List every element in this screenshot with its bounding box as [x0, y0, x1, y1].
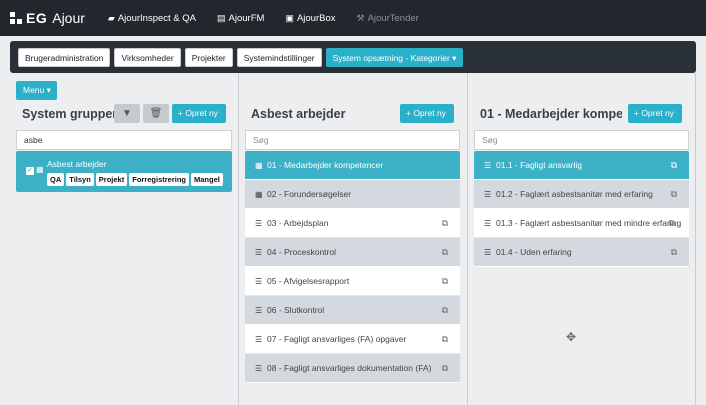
top-navbar: EG Ajour ▰ AjourInspect & QA ▤ AjourFM ▣…: [0, 0, 706, 36]
checklist-icon: ☰: [255, 247, 263, 257]
create-group-button[interactable]: + Opret ny: [172, 104, 226, 123]
create-category-button[interactable]: + Opret ny: [400, 104, 454, 123]
category-list: ▦ 01 - Medarbejder kompetencer ▦ 02 - Fo…: [245, 151, 460, 383]
car-icon: ▰: [107, 12, 115, 23]
column-divider: [695, 73, 696, 405]
list-item-label: 08 - Fagligt ansvarliges dokumentation (…: [267, 363, 432, 373]
tag: Tilsyn: [66, 173, 94, 186]
grid-icon: ▦: [255, 160, 263, 170]
menu-dropdown-button[interactable]: Menu ▾: [16, 81, 57, 100]
brand-eg: EG: [26, 10, 48, 26]
subnav-system-opsaetning-dropdown[interactable]: System opsætning - Kategorier ▾: [325, 47, 464, 67]
list-item[interactable]: ☰ 08 - Fagligt ansvarliges dokumentation…: [245, 354, 460, 383]
list-item-label: 03 - Arbejdsplan: [267, 218, 329, 228]
filter-button[interactable]: ▼: [114, 104, 140, 123]
building-icon: ▤: [217, 12, 226, 23]
list-item[interactable]: ☰ 01.3 - Faglært asbestsanitør med mindr…: [474, 209, 689, 238]
filter-icon: ▼: [122, 108, 132, 119]
external-link-icon[interactable]: ⧉: [442, 334, 448, 345]
list-item-label: 01.1 - Fagligt ansvarlig: [496, 160, 582, 170]
checklist-icon: ☰: [255, 334, 263, 344]
subnav-projekter[interactable]: Projekter: [184, 47, 233, 67]
box-icon: ▣: [285, 12, 294, 23]
topnav-label: AjourBox: [296, 12, 336, 24]
trash-icon: 🗑: [149, 108, 163, 119]
tag: QA: [47, 173, 65, 186]
checklist-icon: ☰: [484, 189, 492, 199]
column-title-system-grupper: System grupper: [22, 107, 118, 121]
checklist-icon: ☰: [484, 218, 492, 228]
column-title-medarbejder-kompetencer: 01 - Medarbejder kompete…: [480, 107, 622, 121]
topnav-ajourbox[interactable]: ▣ AjourBox: [285, 13, 335, 24]
external-link-icon[interactable]: ⧉: [669, 218, 675, 229]
delete-button[interactable]: 🗑: [143, 104, 169, 123]
checklist-icon: ☰: [255, 363, 263, 373]
group-card-asbest-arbejder[interactable]: ✓ ▦ Asbest arbejder QA Tilsyn Projekt Fo…: [16, 151, 232, 192]
grid-icon: ▦: [36, 165, 44, 174]
list-item-label: 02 - Forundersøgelser: [267, 189, 352, 199]
list-item[interactable]: ☰ 01.1 - Fagligt ansvarlig ⧉: [474, 151, 689, 180]
external-link-icon[interactable]: ⧉: [442, 276, 448, 287]
list-item-label: 06 - Slutkontrol: [267, 305, 325, 315]
external-link-icon[interactable]: ⧉: [442, 305, 448, 316]
list-item-label: 05 - Afvigelsesrapport: [267, 276, 350, 286]
topnav-label: AjourInspect & QA: [117, 12, 196, 24]
checklist-icon: ☰: [484, 160, 492, 170]
list-item[interactable]: ☰ 01.4 - Uden erfaring ⧉: [474, 238, 689, 267]
list-item[interactable]: ☰ 07 - Fagligt ansvarliges (FA) opgaver …: [245, 325, 460, 354]
list-item[interactable]: ☰ 04 - Proceskontrol ⧉: [245, 238, 460, 267]
subcategory-list: ☰ 01.1 - Fagligt ansvarlig ⧉ ☰ 01.2 - Fa…: [474, 151, 689, 267]
list-item-label: 01.3 - Faglært asbestsanitør med mindre …: [496, 218, 682, 228]
brand[interactable]: EG Ajour: [10, 10, 85, 26]
group-tags: QA Tilsyn Projekt Forregistrering Mangel: [47, 173, 225, 186]
checklist-icon: ☰: [255, 276, 263, 286]
eg-logo-icon: [10, 12, 22, 24]
external-link-icon[interactable]: ⧉: [671, 160, 677, 171]
column-title-asbest-arbejder: Asbest arbejder: [251, 107, 346, 121]
list-item-label: 01 - Medarbejder kompetencer: [267, 160, 384, 170]
list-item[interactable]: ☰ 06 - Slutkontrol ⧉: [245, 296, 460, 325]
tag: Forregistrering: [129, 173, 189, 186]
topnav-ajourfm[interactable]: ▤ AjourFM: [217, 13, 264, 24]
tag: Projekt: [95, 173, 128, 186]
checklist-icon: ☰: [255, 305, 263, 315]
external-link-icon[interactable]: ⧉: [671, 189, 677, 200]
topnav-label: AjourTender: [367, 12, 419, 24]
topnav-ajourtender[interactable]: ⚒ AjourTender: [357, 13, 419, 24]
list-item-label: 07 - Fagligt ansvarliges (FA) opgaver: [267, 334, 407, 344]
move-cursor-icon: ✥: [566, 330, 577, 344]
subnav-systemindstillinger[interactable]: Systemindstillinger: [236, 47, 322, 67]
subcategory-search-input[interactable]: Søg: [474, 130, 689, 150]
external-link-icon[interactable]: ⧉: [442, 363, 448, 374]
external-link-icon[interactable]: ⧉: [442, 247, 448, 258]
list-item[interactable]: ☰ 03 - Arbejdsplan ⧉: [245, 209, 460, 238]
category-search-input[interactable]: Søg: [245, 130, 460, 150]
list-item-label: 01.4 - Uden erfaring: [496, 247, 572, 257]
list-item-label: 04 - Proceskontrol: [267, 247, 336, 257]
admin-subnav: Brugeradministration Virksomheder Projek…: [10, 41, 696, 73]
tag: Mangel: [191, 173, 223, 186]
grid-icon: ▦: [255, 189, 263, 199]
list-item[interactable]: ▦ 01 - Medarbejder kompetencer: [245, 151, 460, 180]
list-item[interactable]: ▦ 02 - Forundersøgelser: [245, 180, 460, 209]
topnav-ajourinspect[interactable]: ▰ AjourInspect & QA: [108, 13, 196, 24]
external-link-icon[interactable]: ⧉: [442, 218, 448, 229]
external-link-icon[interactable]: ⧉: [671, 247, 677, 258]
create-subcategory-button[interactable]: + Opret ny: [628, 104, 682, 123]
group-search-input[interactable]: asbe: [16, 130, 232, 150]
subnav-brugeradministration[interactable]: Brugeradministration: [18, 47, 111, 67]
list-item[interactable]: ☰ 01.2 - Faglært asbestsanitør med erfar…: [474, 180, 689, 209]
checklist-icon: ☰: [484, 247, 492, 257]
checklist-icon: ☰: [255, 218, 263, 228]
subnav-virksomheder[interactable]: Virksomheder: [114, 47, 181, 67]
list-item-label: 01.2 - Faglært asbestsanitør med erfarin…: [496, 189, 653, 199]
checkbox[interactable]: ✓: [26, 167, 34, 175]
list-item[interactable]: ☰ 05 - Afvigelsesrapport ⧉: [245, 267, 460, 296]
column-divider: [238, 73, 239, 405]
group-name: Asbest arbejder: [47, 159, 107, 169]
topnav-label: AjourFM: [228, 12, 265, 24]
column-divider: [467, 73, 468, 405]
gavel-icon: ⚒: [356, 12, 365, 23]
brand-ajour: Ajour: [52, 10, 85, 26]
